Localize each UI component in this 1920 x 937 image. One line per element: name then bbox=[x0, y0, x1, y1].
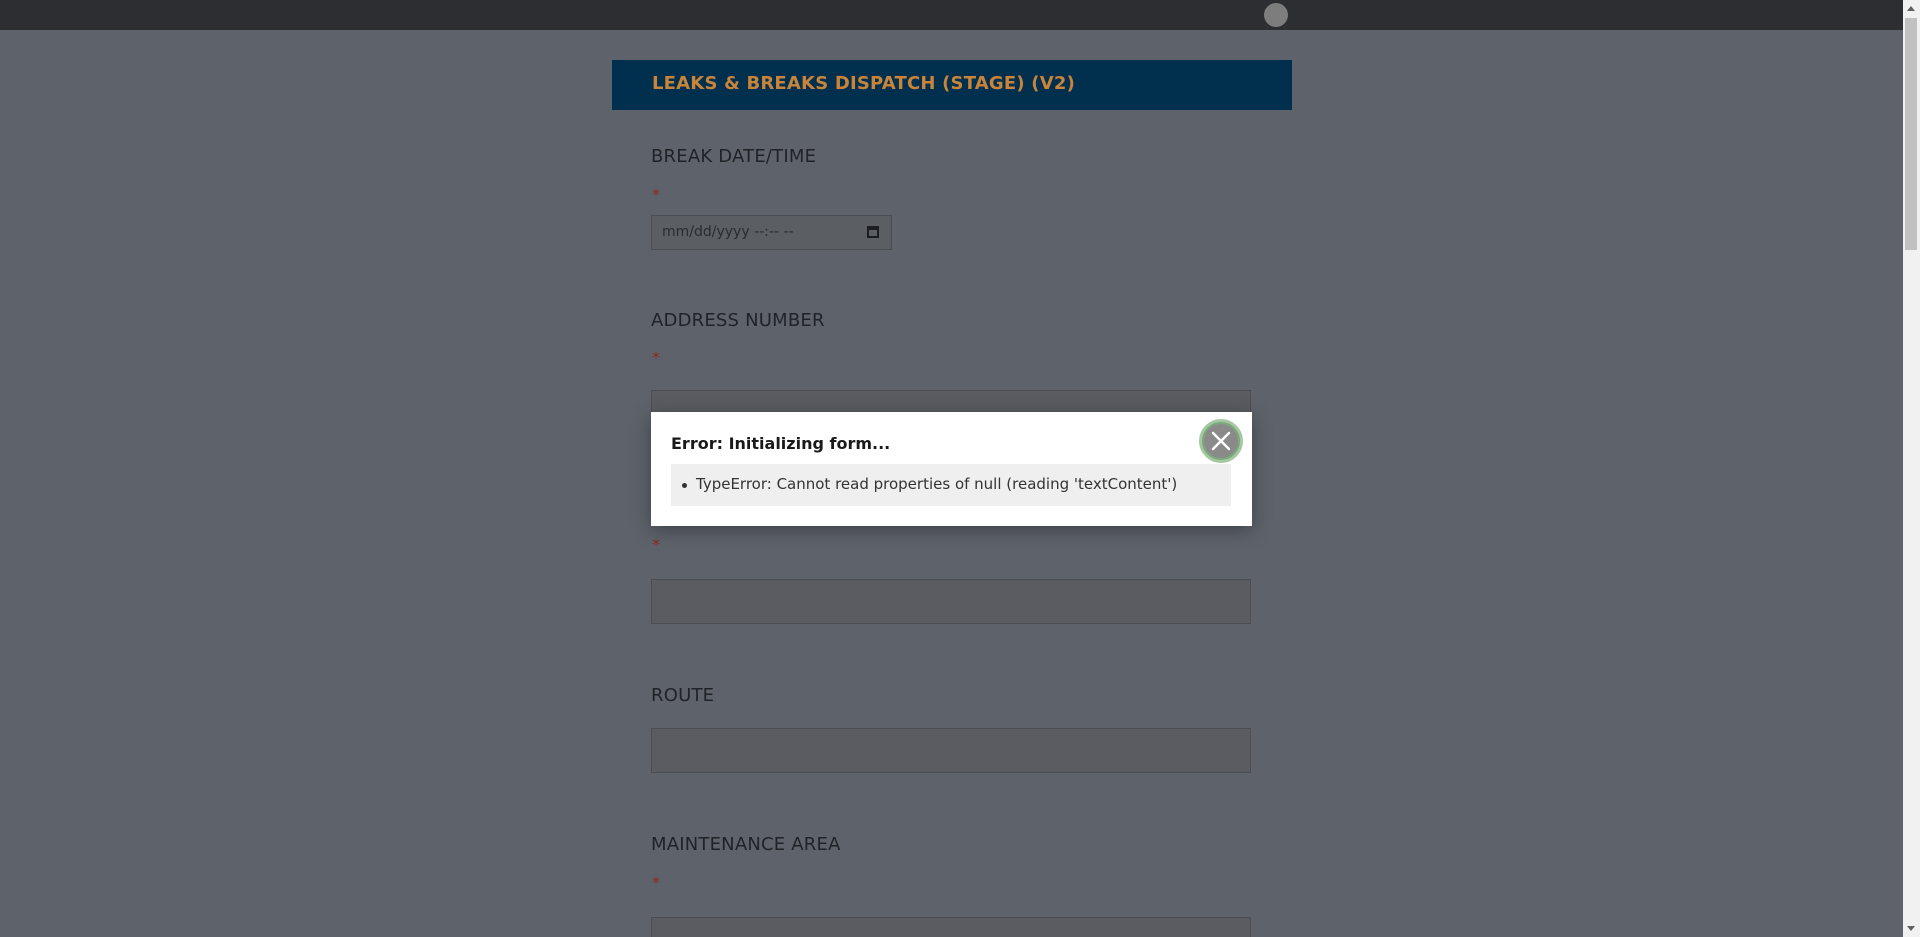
street-input[interactable] bbox=[651, 579, 1251, 624]
field-label-break-datetime: BREAK DATE/TIME bbox=[651, 146, 817, 167]
page-scrollbar[interactable] bbox=[1903, 0, 1920, 937]
datetime-placeholder: mm/dd/yyyy --:-- -- bbox=[662, 224, 794, 240]
required-marker: * bbox=[652, 873, 660, 892]
required-marker: * bbox=[652, 535, 660, 554]
field-label-route: ROUTE bbox=[651, 685, 715, 706]
form-header: LEAKS & BREAKS DISPATCH (STAGE) (V2) bbox=[612, 60, 1292, 110]
avatar[interactable] bbox=[1264, 3, 1288, 27]
error-dialog: Error: Initializing form... TypeError: C… bbox=[651, 412, 1252, 526]
required-marker: * bbox=[652, 185, 660, 204]
route-input[interactable] bbox=[651, 728, 1251, 773]
list-bullet bbox=[682, 483, 687, 488]
scroll-up-icon[interactable] bbox=[1907, 6, 1915, 11]
error-message: TypeError: Cannot read properties of nul… bbox=[696, 475, 1178, 493]
error-list: TypeError: Cannot read properties of nul… bbox=[671, 464, 1231, 506]
break-datetime-input[interactable]: mm/dd/yyyy --:-- -- bbox=[651, 215, 892, 250]
field-label-address-number: ADDRESS NUMBER bbox=[651, 310, 825, 331]
scroll-thumb[interactable] bbox=[1905, 18, 1917, 250]
close-dialog-button[interactable] bbox=[1199, 419, 1243, 463]
error-dialog-title: Error: Initializing form... bbox=[671, 434, 891, 453]
maintenance-area-input[interactable] bbox=[651, 917, 1251, 937]
form-title: LEAKS & BREAKS DISPATCH (STAGE) (V2) bbox=[652, 73, 1075, 94]
close-icon bbox=[1211, 431, 1231, 451]
calendar-icon[interactable] bbox=[867, 226, 879, 238]
required-marker: * bbox=[652, 348, 660, 367]
scroll-down-icon[interactable] bbox=[1907, 926, 1915, 931]
top-bar bbox=[0, 0, 1903, 30]
field-label-maintenance-area: MAINTENANCE AREA bbox=[651, 834, 841, 855]
